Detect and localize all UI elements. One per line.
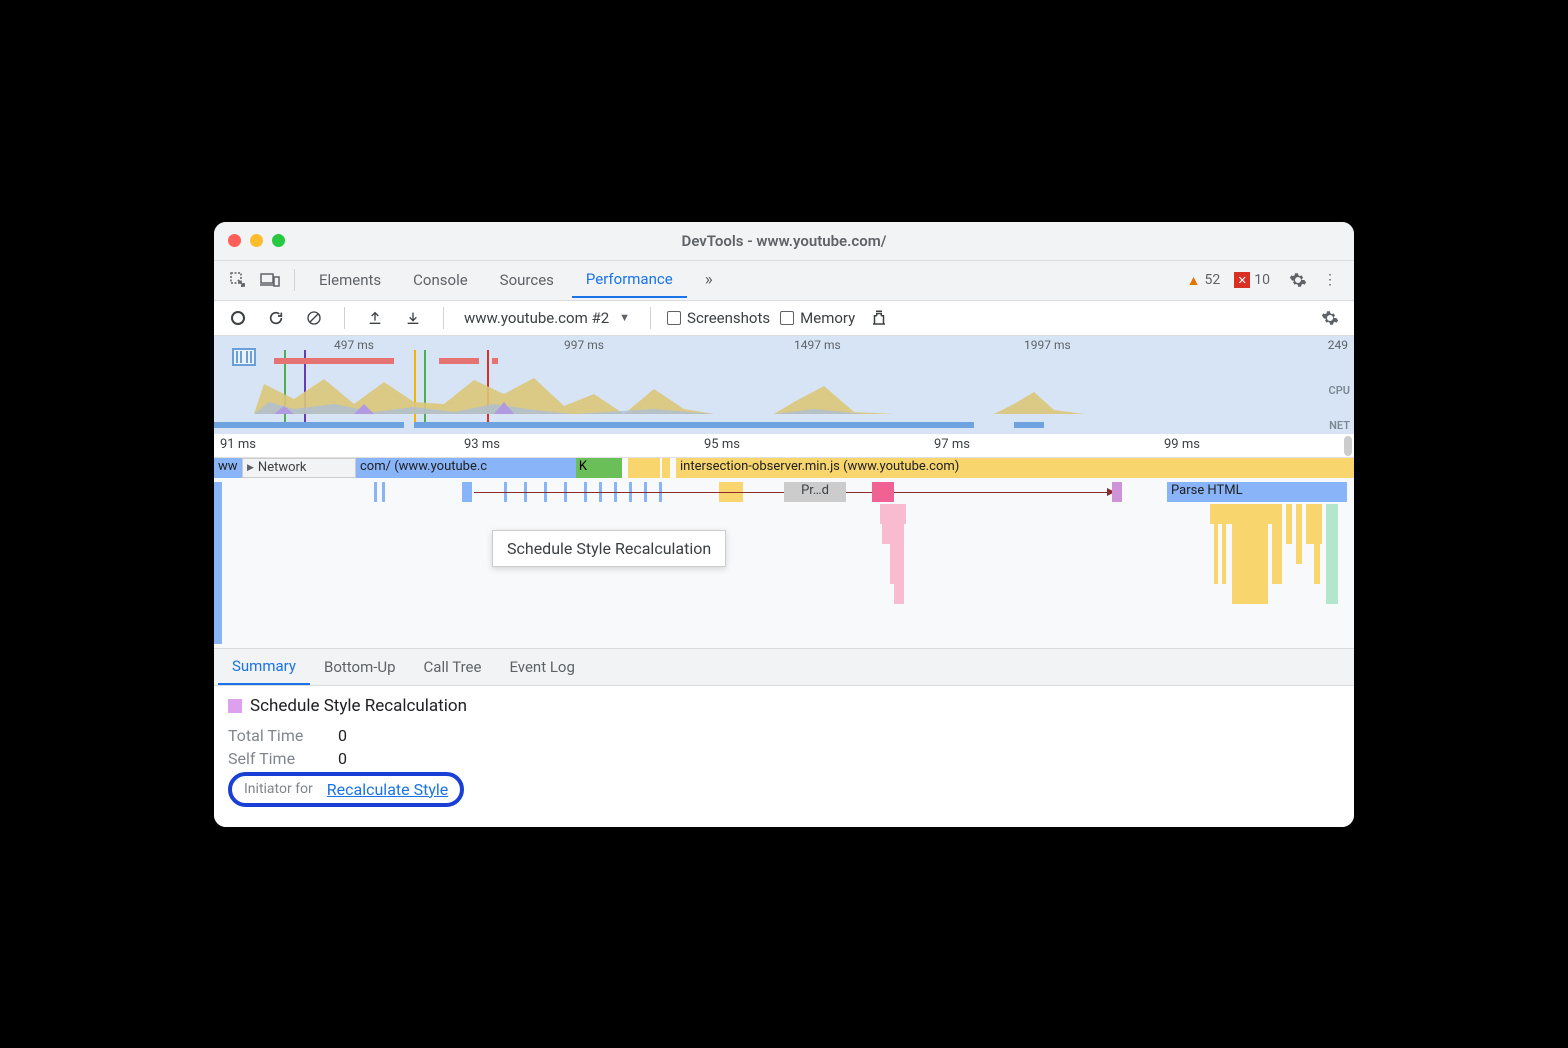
ruler-tick: 95 ms (704, 437, 740, 452)
block[interactable]: K (576, 458, 590, 478)
network-toggle[interactable]: ▶ Network (242, 458, 356, 478)
tab-call-tree[interactable]: Call Tree (410, 650, 496, 684)
ruler-tick: 91 ms (220, 437, 256, 452)
tick: 249 (1328, 338, 1348, 352)
initiator-link[interactable]: Recalculate Style (327, 780, 448, 799)
block[interactable] (650, 458, 660, 478)
ruler-tick: 99 ms (1164, 437, 1200, 452)
initiator-label: Initiator for (244, 781, 313, 797)
flame-chart[interactable]: ww ▶ Network com/ (www.youtube.c K inter… (214, 458, 1354, 648)
tab-event-log[interactable]: Event Log (495, 650, 588, 684)
tick: 997 ms (564, 338, 604, 352)
tab-sources[interactable]: Sources (486, 263, 568, 297)
tab-summary[interactable]: Summary (218, 649, 310, 685)
divider (443, 307, 444, 329)
stat-label: Self Time (228, 749, 320, 768)
block[interactable] (214, 482, 222, 644)
scrollbar-thumb[interactable] (1344, 436, 1352, 456)
profile-name: www.youtube.com #2 (464, 309, 609, 327)
track-row: Pr…d Parse HTML (214, 482, 1354, 504)
tick: 497 ms (334, 338, 374, 352)
net-label: NET (1329, 419, 1350, 432)
screenshots-checkbox[interactable]: Screenshots (667, 309, 770, 327)
overview-minimap[interactable]: 497 ms 997 ms 1497 ms 1997 ms 249 (214, 336, 1354, 434)
block[interactable] (628, 458, 636, 478)
tooltip: Schedule Style Recalculation (492, 530, 726, 567)
event-name: Schedule Style Recalculation (250, 696, 467, 716)
warning-icon: ▲ (1187, 272, 1201, 289)
stat-self-time: Self Time 0 (228, 749, 1340, 768)
tab-bottom-up[interactable]: Bottom-Up (310, 650, 410, 684)
block[interactable] (636, 458, 644, 478)
stat-value: 0 (338, 726, 347, 745)
download-button[interactable] (399, 304, 427, 332)
screenshots-label: Screenshots (687, 309, 770, 327)
chevron-down-icon: ▼ (619, 311, 630, 324)
block[interactable] (662, 458, 670, 478)
summary-tabs: Summary Bottom-Up Call Tree Event Log (214, 648, 1354, 686)
cpu-label: CPU (1329, 384, 1350, 397)
stat-label: Total Time (228, 726, 320, 745)
ruler-tick: 93 ms (464, 437, 500, 452)
clear-button[interactable] (300, 304, 328, 332)
ruler-tick: 97 ms (934, 437, 970, 452)
block[interactable]: ww (214, 458, 242, 478)
titlebar: DevTools - www.youtube.com/ (214, 222, 1354, 260)
event-title: Schedule Style Recalculation (228, 696, 1340, 716)
tab-performance[interactable]: Performance (572, 262, 687, 298)
divider (294, 269, 295, 291)
checkbox-icon (780, 311, 794, 325)
stat-total-time: Total Time 0 (228, 726, 1340, 745)
perf-settings-icon[interactable] (1316, 304, 1344, 332)
panel-tabs: Elements Console Sources Performance » ▲… (214, 260, 1354, 300)
block[interactable] (614, 458, 622, 478)
block[interactable] (1112, 482, 1122, 502)
inspect-icon[interactable] (224, 266, 252, 294)
errors-count: 10 (1254, 272, 1270, 288)
initiator-row-highlight: Initiator for Recalculate Style (228, 772, 464, 807)
tick: 1497 ms (794, 338, 841, 352)
window-title: DevTools - www.youtube.com/ (214, 232, 1354, 250)
overview-selection[interactable] (232, 348, 256, 366)
warnings-count: 52 (1205, 272, 1221, 288)
tab-console[interactable]: Console (399, 263, 482, 297)
stat-value: 0 (338, 749, 347, 768)
memory-checkbox[interactable]: Memory (780, 309, 855, 327)
memory-label: Memory (800, 309, 855, 327)
tick: 1997 ms (1024, 338, 1071, 352)
profile-select[interactable]: www.youtube.com #2 ▼ (460, 307, 634, 329)
reload-button[interactable] (262, 304, 290, 332)
errors-badge[interactable]: ✕ 10 (1234, 272, 1270, 288)
divider (344, 307, 345, 329)
devtools-window: DevTools - www.youtube.com/ Elements Con… (214, 222, 1354, 827)
record-button[interactable] (224, 304, 252, 332)
block[interactable] (462, 482, 472, 502)
block-prd[interactable]: Pr…d (784, 482, 846, 502)
more-tabs[interactable]: » (691, 262, 727, 298)
checkbox-icon (667, 311, 681, 325)
garbage-collect-icon[interactable] (865, 304, 893, 332)
divider (650, 307, 651, 329)
kebab-icon[interactable]: ⋮ (1316, 266, 1344, 294)
network-label: Network (258, 460, 307, 475)
summary-panel: Schedule Style Recalculation Total Time … (214, 686, 1354, 827)
track-row: ww ▶ Network com/ (www.youtube.c K inter… (214, 458, 1354, 480)
block-script[interactable]: intersection-observer.min.js (www.youtub… (676, 458, 1354, 478)
tab-elements[interactable]: Elements (305, 263, 395, 297)
block[interactable]: com/ (www.youtube.c (356, 458, 576, 478)
block-parse-html[interactable]: Parse HTML (1167, 482, 1347, 502)
device-toggle-icon[interactable] (256, 266, 284, 294)
timeline-ruler[interactable]: 91 ms 93 ms 95 ms 97 ms 99 ms (214, 434, 1354, 458)
chevron-right-icon: ▶ (247, 463, 254, 473)
warnings-badge[interactable]: ▲ 52 (1187, 272, 1221, 289)
settings-icon[interactable] (1284, 266, 1312, 294)
cpu-chart (214, 374, 1354, 414)
perf-toolbar: www.youtube.com #2 ▼ Screenshots Memory (214, 300, 1354, 336)
event-color-swatch (228, 699, 242, 713)
error-icon: ✕ (1234, 272, 1250, 288)
upload-button[interactable] (361, 304, 389, 332)
block[interactable] (872, 482, 894, 502)
